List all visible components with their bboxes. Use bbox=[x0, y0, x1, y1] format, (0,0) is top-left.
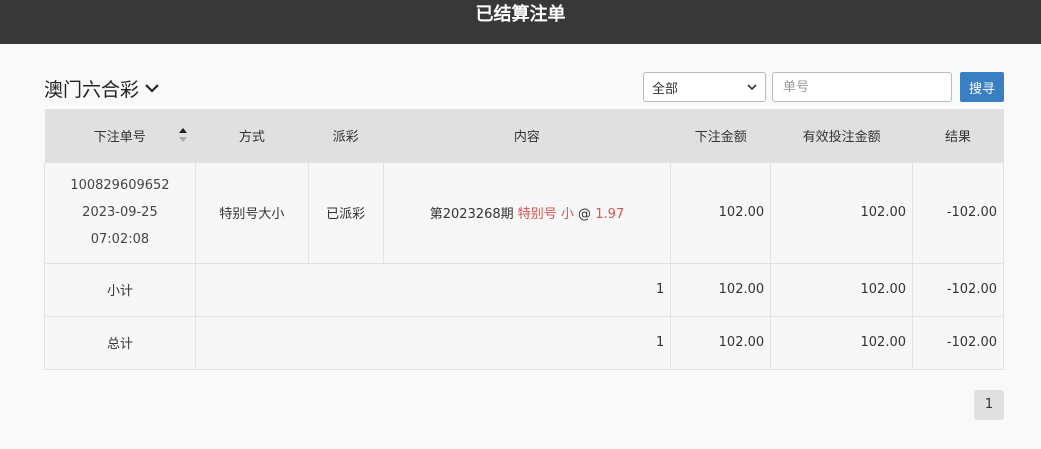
subtotal-bet-amount: 102.00 bbox=[670, 262, 772, 317]
lottery-selector[interactable]: 澳门六合彩 bbox=[44, 74, 161, 102]
content-period: 第2023268期 bbox=[429, 207, 514, 222]
order-search-input[interactable] bbox=[772, 72, 952, 102]
sort-icon bbox=[178, 128, 187, 142]
total-result: -102.00 bbox=[912, 315, 1004, 370]
payout-status: 已派彩 bbox=[307, 161, 384, 264]
column-header-valid-amount: 有效投注金额 bbox=[770, 109, 913, 162]
lottery-name: 澳门六合彩 bbox=[44, 78, 140, 101]
bet-method: 特别号大小 bbox=[194, 161, 309, 264]
table-header-row: 下注单号 方式 派彩 内容 下注金额 有效投注金额 结果 bbox=[44, 109, 1004, 162]
page-title: 已结算注单 bbox=[475, 4, 566, 25]
column-header-order-no[interactable]: 下注单号 bbox=[44, 109, 196, 162]
bet-content: 第2023268期 特别号 小 @ 1.97 bbox=[382, 161, 672, 264]
total-label: 总计 bbox=[44, 315, 196, 370]
subtotal-valid-amount: 102.00 bbox=[770, 262, 913, 317]
total-valid-amount: 102.00 bbox=[770, 315, 913, 370]
chevron-down-icon bbox=[747, 84, 757, 91]
chevron-down-icon bbox=[145, 84, 159, 93]
valid-amount: 102.00 bbox=[770, 161, 913, 264]
content-odds: 1.97 bbox=[595, 207, 625, 222]
column-header-result: 结果 bbox=[912, 109, 1004, 162]
order-cell: 100829609652 2023-09-25 07:02:08 bbox=[44, 161, 196, 264]
order-date: 2023-09-25 bbox=[82, 205, 158, 220]
page-header: 已结算注单 bbox=[0, 0, 1041, 44]
content-at: @ bbox=[578, 207, 592, 222]
table-row: 100829609652 2023-09-25 07:02:08 特别号大小 已… bbox=[44, 161, 1004, 264]
subtotal-count: 1 bbox=[194, 262, 672, 317]
bet-result: -102.00 bbox=[912, 161, 1004, 264]
content-play: 特别号 小 bbox=[517, 207, 574, 222]
bet-type-select[interactable]: 全部 bbox=[643, 72, 766, 102]
subtotal-row: 小计 1 102.00 102.00 -102.00 bbox=[44, 262, 1004, 317]
order-number: 100829609652 bbox=[70, 178, 170, 193]
pagination-page-1[interactable]: 1 bbox=[974, 390, 1004, 420]
total-count: 1 bbox=[194, 315, 672, 370]
total-row: 总计 1 102.00 102.00 -102.00 bbox=[44, 315, 1004, 370]
subtotal-result: -102.00 bbox=[912, 262, 1004, 317]
column-header-method: 方式 bbox=[195, 109, 309, 162]
order-time: 07:02:08 bbox=[90, 232, 150, 247]
column-header-payout: 派彩 bbox=[308, 109, 384, 162]
search-button[interactable]: 搜寻 bbox=[960, 72, 1004, 102]
subtotal-label: 小计 bbox=[44, 262, 196, 317]
column-header-content: 内容 bbox=[383, 109, 672, 162]
total-bet-amount: 102.00 bbox=[670, 315, 772, 370]
settled-bets-table: 下注单号 方式 派彩 内容 下注金额 有效投注金额 结果 10082960965… bbox=[44, 109, 1004, 370]
column-header-bet-amount: 下注金额 bbox=[670, 109, 772, 162]
bet-amount: 102.00 bbox=[670, 161, 772, 264]
bet-type-selected: 全部 bbox=[652, 81, 679, 97]
